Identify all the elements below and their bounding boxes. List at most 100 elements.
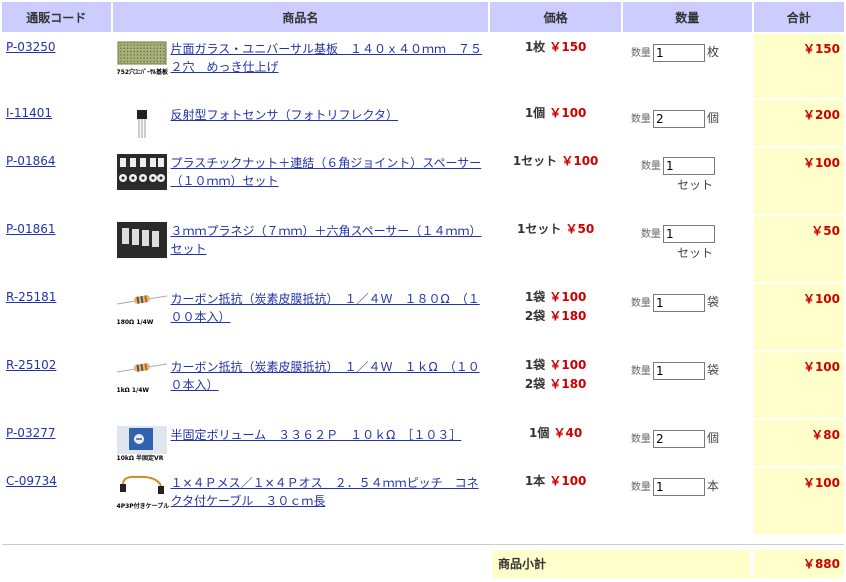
qty-label: 数量 xyxy=(630,298,651,309)
qty-label: 数量 xyxy=(630,48,651,59)
price-tier-value: ￥50 xyxy=(565,222,595,236)
item-price-cell: 1セット ￥100 xyxy=(490,148,621,214)
price-tier: 1セット ￥50 xyxy=(494,220,617,239)
item-code-cell: P-01864 xyxy=(2,148,111,214)
price-tier: 2袋 ￥180 xyxy=(494,307,617,326)
item-name-link[interactable]: プラスチックナット＋連結（６角ジョイント）スペーサー（１０ｍｍ）セット xyxy=(171,156,482,188)
item-code-link[interactable]: R-25102 xyxy=(6,358,56,372)
qty-unit: 袋 xyxy=(706,295,719,309)
cart-row: C-09734 4P3P付きケーブル １×４Ｐメス／１×４Ｐオス ２．５４ｍｍピッチ… xyxy=(2,468,844,534)
item-code-link[interactable]: I-11401 xyxy=(6,106,52,120)
subtotal-divider xyxy=(2,544,844,545)
item-code-link[interactable]: P-03277 xyxy=(6,426,55,440)
item-code-link[interactable]: C-09734 xyxy=(6,474,57,488)
item-name-link[interactable]: 反射型フォトセンサ（フォトリフレクタ） xyxy=(171,108,399,122)
cart-row: I-11401 反射型フォトセンサ（フォトリフレクタ） 1個 ￥100 数量 個 ￥200 xyxy=(2,100,844,146)
cart-row: P-01864 プラスチックナット＋連結（６角ジョイント）スペーサー（１０ｍｍ）セ… xyxy=(2,148,844,214)
qty-input[interactable] xyxy=(652,430,705,448)
item-total-cell: ￥50 xyxy=(753,216,844,282)
item-code-link[interactable]: P-03250 xyxy=(6,40,55,54)
item-qty-cell: 数量セット xyxy=(622,216,752,282)
qty-input[interactable] xyxy=(652,110,705,128)
qty-label: 数量 xyxy=(630,366,651,377)
photo-sensor-icon[interactable] xyxy=(117,106,167,142)
qty-input[interactable] xyxy=(652,294,705,312)
item-name-link[interactable]: ３ｍｍプラネジ（７ｍｍ）＋六角スペーサー（１４ｍｍ）セット xyxy=(171,224,482,256)
qty-label: 数量 xyxy=(640,161,661,172)
pcb-board-icon[interactable]: 752穴ﾕﾆﾊﾞｰｻﾙ基板 xyxy=(116,40,169,76)
qty-input[interactable] xyxy=(652,362,705,380)
item-price-cell: 1個 ￥100 xyxy=(490,100,621,146)
item-total-cell: ￥150 xyxy=(753,34,844,98)
header-total: 合計 xyxy=(753,2,844,32)
item-name-cell: ３ｍｍプラネジ（７ｍｍ）＋六角スペーサー（１４ｍｍ）セット xyxy=(112,216,489,282)
item-code-link[interactable]: R-25181 xyxy=(6,290,56,304)
trimmer-potentiometer-icon[interactable]: 10kΩ 半固定VR xyxy=(116,426,167,462)
connector-cable-icon[interactable]: 4P3P付きケーブル xyxy=(116,474,170,510)
qty-unit: 枚 xyxy=(706,45,719,59)
plastic-screw-icon[interactable] xyxy=(116,222,167,258)
qty-unit: 袋 xyxy=(706,363,719,377)
thumb-caption: 1kΩ 1/4W xyxy=(116,387,150,394)
thumb-caption: 752穴ﾕﾆﾊﾞｰｻﾙ基板 xyxy=(116,69,169,76)
item-price-cell: 1本 ￥100 xyxy=(490,468,621,534)
item-total-cell: ￥100 xyxy=(753,468,844,534)
cart-body: P-03250 752穴ﾕﾆﾊﾞｰｻﾙ基板 片面ガラス・ユニバーサル基板 １４０ｘ４… xyxy=(2,34,844,534)
item-code-link[interactable]: P-01861 xyxy=(6,222,55,236)
resistor-icon[interactable]: 1kΩ 1/4W xyxy=(116,358,167,394)
qty-input[interactable] xyxy=(662,225,715,243)
item-qty-cell: 数量 個 xyxy=(622,420,752,466)
price-tier: 2袋 ￥180 xyxy=(494,375,617,394)
qty-unit: セット xyxy=(676,178,713,192)
item-total-cell: ￥200 xyxy=(753,100,844,146)
cart-page: 通販コード 商品名 価格 数量 合計 P-03250 752穴ﾕﾆﾊﾞｰｻﾙ基板片… xyxy=(0,0,846,582)
price-tier-value: ￥40 xyxy=(553,426,583,440)
price-tier-value: ￥100 xyxy=(549,290,587,304)
item-price-cell: 1セット ￥50 xyxy=(490,216,621,282)
qty-unit: 個 xyxy=(706,431,719,445)
qty-label: 数量 xyxy=(630,434,651,445)
cart-table: 通販コード 商品名 価格 数量 合計 P-03250 752穴ﾕﾆﾊﾞｰｻﾙ基板片… xyxy=(0,0,846,536)
price-tier-value: ￥150 xyxy=(549,40,587,54)
cart-row: P-01861 ３ｍｍプラネジ（７ｍｍ）＋六角スペーサー（１４ｍｍ）セット 1セット… xyxy=(2,216,844,282)
item-qty-cell: 数量 枚 xyxy=(622,34,752,98)
price-tier-value: ￥100 xyxy=(561,154,599,168)
item-name-link[interactable]: カーボン抵抗（炭素皮膜抵抗） １／４Ｗ １８０Ω （１００本入） xyxy=(171,292,480,324)
item-code-cell: R-25181 xyxy=(2,284,111,350)
item-name-link[interactable]: １×４Ｐメス／１×４Ｐオス ２．５４ｍｍピッチ コネクタ付ケーブル ３０ｃｍ長 xyxy=(171,476,479,508)
qty-unit: セット xyxy=(676,246,713,260)
cart-row: P-03277 10kΩ 半固定VR 半固定ボリューム ３３６２Ｐ １０ｋΩ ［１０… xyxy=(2,420,844,466)
price-tier: 1枚 ￥150 xyxy=(494,38,617,57)
resistor-icon[interactable]: 180Ω 1/4W xyxy=(116,290,167,326)
cart-row: R-25181 180Ω 1/4W カーボン抵抗（炭素皮膜抵抗） １／４Ｗ １８０Ω… xyxy=(2,284,844,350)
price-tier-unit: 1本 xyxy=(524,474,546,488)
price-tier: 1本 ￥100 xyxy=(494,472,617,491)
item-code-cell: I-11401 xyxy=(2,100,111,146)
qty-input[interactable] xyxy=(662,157,715,175)
item-price-cell: 1袋 ￥100 2袋 ￥180 xyxy=(490,352,621,418)
price-tier-unit: 1個 xyxy=(524,106,546,120)
price-tier: 1個 ￥40 xyxy=(494,424,617,443)
item-code-cell: P-03250 xyxy=(2,34,111,98)
item-total-cell: ￥80 xyxy=(753,420,844,466)
price-tier-value: ￥100 xyxy=(549,474,587,488)
plastic-spacer-icon[interactable] xyxy=(116,154,167,190)
qty-label: 数量 xyxy=(630,114,651,125)
qty-input[interactable] xyxy=(652,478,705,496)
price-tier-unit: 1袋 xyxy=(524,290,546,304)
header-price: 価格 xyxy=(490,2,621,32)
item-code-link[interactable]: P-01864 xyxy=(6,154,55,168)
qty-unit: 本 xyxy=(706,479,719,493)
qty-input[interactable] xyxy=(652,44,705,62)
thumb-caption: 10kΩ 半固定VR xyxy=(116,455,164,462)
item-name-link[interactable]: 片面ガラス・ユニバーサル基板 １４０ｘ４０ｍｍ ７５２穴 めっき仕上げ xyxy=(171,42,483,74)
item-name-cell: 反射型フォトセンサ（フォトリフレクタ） xyxy=(112,100,489,146)
price-tier-value: ￥180 xyxy=(549,309,587,323)
price-tier: 1袋 ￥100 xyxy=(494,356,617,375)
header-name: 商品名 xyxy=(112,2,489,32)
item-name-link[interactable]: カーボン抵抗（炭素皮膜抵抗） １／４Ｗ １ｋΩ （１００本入） xyxy=(171,360,480,392)
cart-header-row: 通販コード 商品名 価格 数量 合計 xyxy=(2,2,844,32)
item-name-link[interactable]: 半固定ボリューム ３３６２Ｐ １０ｋΩ ［１０３］ xyxy=(171,428,462,442)
thumb-caption: 4P3P付きケーブル xyxy=(116,503,170,510)
item-name-cell: 4P3P付きケーブル １×４Ｐメス／１×４Ｐオス ２．５４ｍｍピッチ コネクタ付ケ… xyxy=(112,468,489,534)
